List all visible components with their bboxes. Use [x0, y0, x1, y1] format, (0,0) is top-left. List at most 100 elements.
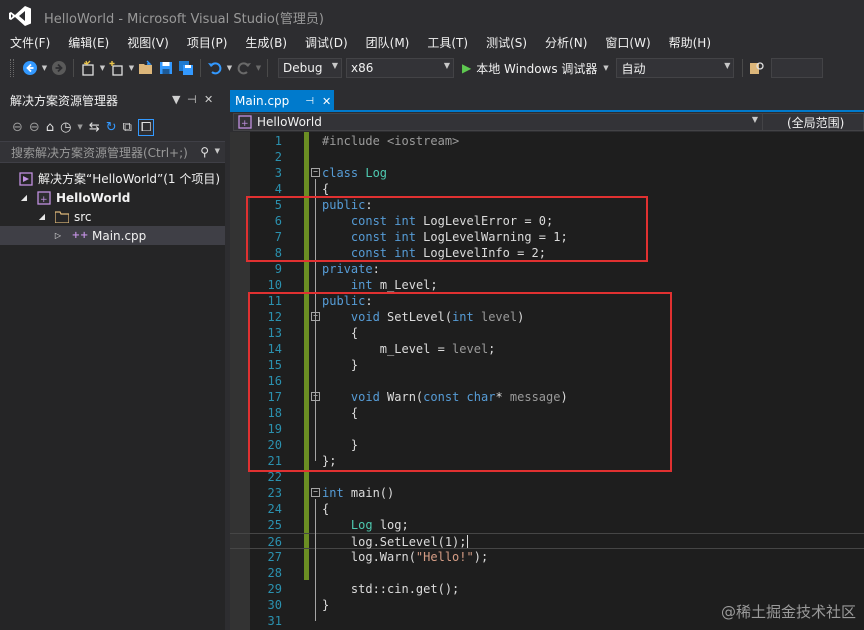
code-line[interactable]: 1 #include <iostream>: [230, 133, 864, 149]
cpp-project-icon: +: [238, 115, 252, 129]
pin-icon[interactable]: ⊣: [305, 96, 314, 107]
forward-icon[interactable]: ⊖: [29, 120, 40, 135]
pending-changes-filter-icon[interactable]: ◷: [60, 120, 71, 135]
code-line[interactable]: 2: [230, 149, 864, 165]
tree-item-label: HelloWorld: [56, 190, 131, 205]
add-item-icon[interactable]: [108, 59, 126, 77]
code-line[interactable]: 9 private:: [230, 261, 864, 277]
menu-edit[interactable]: 编辑(E): [59, 32, 118, 52]
menu-team[interactable]: 团队(M): [357, 32, 419, 52]
menu-build[interactable]: 生成(B): [236, 32, 296, 52]
code-line[interactable]: 4{: [230, 181, 864, 197]
project-dropdown[interactable]: + HelloWorld ▼: [233, 113, 763, 131]
standard-toolbar: ▼ ▼ ▼ ▼ ▼ Debug ▼ x86 ▼ ▶ 本地 Windows 调试器…: [0, 55, 864, 81]
tree-item-solution[interactable]: 解决方案“HelloWorld”(1 个项目): [0, 169, 225, 188]
expanded-arrow-icon[interactable]: ◢: [36, 212, 48, 221]
code-token: log.Warn(: [322, 550, 416, 564]
code-line[interactable]: 24 {: [230, 501, 864, 517]
find-input[interactable]: [771, 58, 824, 78]
collapse-all-icon[interactable]: ⧉: [123, 120, 132, 135]
code-token: {: [322, 182, 330, 196]
project-dropdown-value: HelloWorld: [257, 115, 322, 129]
code-text: std::cin.get();: [322, 582, 459, 596]
menu-project[interactable]: 项目(P): [178, 32, 237, 52]
window-position-dropdown-icon[interactable]: ▼: [172, 93, 180, 106]
chevron-down-icon[interactable]: ▼: [215, 147, 220, 155]
code-text: #include <iostream>: [322, 134, 459, 148]
svg-text:+: +: [241, 119, 249, 129]
expanded-arrow-icon[interactable]: ◢: [18, 193, 30, 202]
start-debugging-label: 本地 Windows 调试器: [476, 61, 598, 76]
editor-tab-bar: Main.cpp ⊣ ✕: [230, 88, 864, 112]
toolbar-grip[interactable]: [10, 59, 14, 77]
menu-tools[interactable]: 工具(T): [418, 32, 477, 52]
debug-target-dropdown[interactable]: 自动 ▼: [616, 58, 735, 78]
collapsed-arrow-icon[interactable]: ▷: [52, 231, 64, 240]
line-number: 24: [267, 502, 282, 516]
search-icon[interactable]: ⚲: [200, 145, 209, 159]
code-token: int: [322, 486, 344, 500]
redo-icon[interactable]: [235, 59, 253, 77]
new-project-icon[interactable]: [79, 59, 97, 77]
menu-view[interactable]: 视图(V): [118, 32, 178, 52]
line-number: 26: [267, 535, 282, 549]
tree-item-label: src: [74, 209, 92, 224]
open-file-icon[interactable]: [137, 59, 155, 77]
chevron-down-icon[interactable]: ▼: [127, 64, 136, 72]
find-in-files-icon[interactable]: [748, 59, 766, 77]
code-token: Log: [365, 166, 388, 180]
close-icon[interactable]: ✕: [322, 95, 331, 108]
code-line[interactable]: 23 − int main(): [230, 485, 864, 501]
solution-platform-dropdown[interactable]: x86 ▼: [346, 58, 454, 78]
chevron-down-icon[interactable]: ▼: [225, 64, 234, 72]
navigate-forward-icon[interactable]: [50, 59, 68, 77]
chevron-down-icon[interactable]: ▼: [40, 64, 49, 72]
chevron-down-icon[interactable]: ▼: [98, 64, 107, 72]
show-all-files-icon[interactable]: ⧠: [137, 118, 155, 136]
code-line[interactable]: 29 std::cin.get();: [230, 581, 864, 597]
menu-file[interactable]: 文件(F): [0, 32, 59, 52]
save-all-icon[interactable]: [177, 59, 195, 77]
menu-help[interactable]: 帮助(H): [660, 32, 720, 52]
code-text: log.SetLevel(1);: [322, 535, 468, 549]
scope-dropdown[interactable]: (全局范围): [762, 113, 864, 131]
tree-item-file[interactable]: ▷ ++ Main.cpp: [0, 226, 225, 245]
undo-icon[interactable]: [206, 59, 224, 77]
chevron-down-icon: ▼: [331, 61, 338, 70]
back-icon[interactable]: ⊖: [12, 120, 23, 135]
navigate-back-icon[interactable]: [21, 59, 39, 77]
cpp-file-icon: ++: [71, 230, 89, 241]
home-icon[interactable]: ⌂: [46, 120, 54, 135]
start-debugging-button[interactable]: ▶ 本地 Windows 调试器: [462, 60, 597, 77]
solution-explorer-search-input[interactable]: 搜索解决方案资源管理器(Ctrl+;) ⚲ ▼: [0, 141, 225, 163]
chevron-down-icon[interactable]: ▼: [254, 64, 263, 72]
solution-configuration-dropdown[interactable]: Debug ▼: [278, 58, 342, 78]
code-line[interactable]: 28: [230, 565, 864, 581]
chevron-down-icon[interactable]: ▼: [77, 123, 82, 131]
menu-window[interactable]: 窗口(W): [596, 32, 659, 52]
line-number: 4: [274, 182, 282, 196]
code-line[interactable]: 10 int m_Level;: [230, 277, 864, 293]
sync-with-document-icon[interactable]: ⇆: [89, 120, 100, 135]
close-icon[interactable]: ✕: [204, 93, 213, 106]
code-line[interactable]: 3 − class Log: [230, 165, 864, 181]
folder-icon: [54, 210, 70, 224]
chevron-down-icon[interactable]: ▼: [601, 64, 610, 72]
code-token: log;: [372, 518, 409, 532]
tree-item-project[interactable]: ◢ + HelloWorld: [0, 188, 225, 207]
save-icon[interactable]: [157, 59, 175, 77]
refresh-icon[interactable]: ↻: [106, 120, 117, 135]
collapse-region-icon[interactable]: −: [311, 168, 320, 177]
code-line[interactable]: 27 log.Warn("Hello!");: [230, 549, 864, 565]
code-editor[interactable]: 1 #include <iostream> 2 3− class Log 4{5 publi…: [230, 132, 864, 630]
code-token: class: [322, 166, 359, 180]
pin-icon[interactable]: ⊣: [187, 93, 197, 106]
tree-item-folder[interactable]: ◢ src: [0, 207, 225, 226]
code-line[interactable]: 26 log.SetLevel(1);: [230, 533, 864, 549]
menu-test[interactable]: 测试(S): [477, 32, 536, 52]
collapse-region-icon[interactable]: −: [311, 488, 320, 497]
tab-main-cpp[interactable]: Main.cpp ⊣ ✕: [230, 90, 334, 112]
menu-analyze[interactable]: 分析(N): [536, 32, 596, 52]
code-line[interactable]: 25 Log log;: [230, 517, 864, 533]
menu-debug[interactable]: 调试(D): [296, 32, 357, 52]
